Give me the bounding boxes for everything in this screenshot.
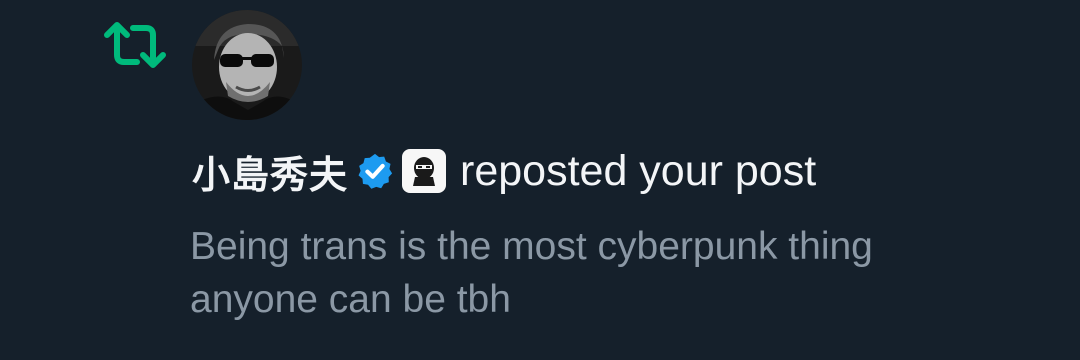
post-text[interactable]: Being trans is the most cyberpunk thing … <box>190 220 1050 326</box>
affiliate-logo-icon <box>402 149 447 193</box>
post-text-line: anyone can be tbh <box>190 278 511 321</box>
user-avatar[interactable] <box>192 10 302 120</box>
verified-badge-icon <box>358 153 393 189</box>
notification-headline: 小島秀夫 reposted your post <box>192 140 816 202</box>
repost-icon <box>104 22 166 68</box>
post-text-line: Being trans is the most cyberpunk thing <box>190 225 873 268</box>
repost-notification[interactable]: 小島秀夫 reposted your post Being trans is t… <box>0 0 1080 360</box>
display-name[interactable]: 小島秀夫 <box>192 144 348 199</box>
action-text: reposted your post <box>460 146 817 195</box>
